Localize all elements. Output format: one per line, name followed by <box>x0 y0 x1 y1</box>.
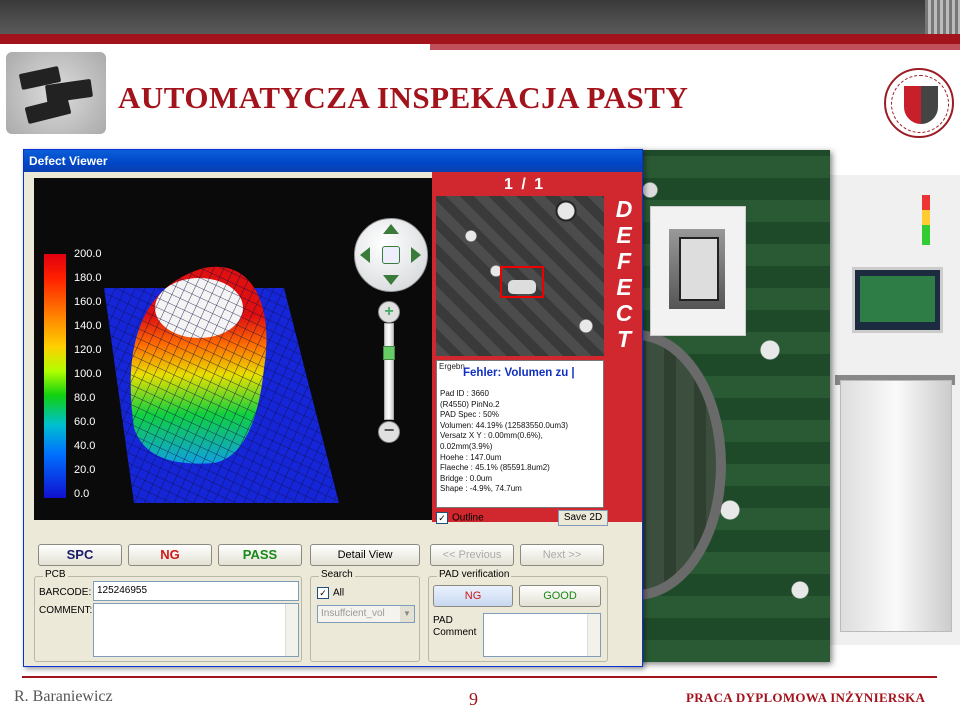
inspection-machine-photo <box>830 175 960 645</box>
search-all-check-icon[interactable]: ✓ <box>317 587 329 599</box>
scale-tick-label: 20.0 <box>74 464 96 476</box>
result-line: Bridge : 0.0um <box>440 473 493 483</box>
outline-check-icon[interactable]: ✓ <box>436 512 448 524</box>
barcode-input[interactable]: 125246955 <box>93 581 299 601</box>
result-line: Volumen: 44.19% (12583550.0um3) <box>440 420 569 430</box>
result-line: Shape : -4.9%, 74.7um <box>440 484 522 494</box>
scale-tick-label: 40.0 <box>74 440 96 452</box>
result-line: 0.02mm(3.9%) <box>440 442 493 451</box>
3d-paste-plot[interactable]: 200.0 180.0 160.0 140.0 120.0 100.0 80.0 60.0 40… <box>34 178 432 520</box>
paste-surface-mesh <box>104 266 339 503</box>
defect-letter: E <box>616 274 632 300</box>
outline-checkbox[interactable]: ✓ Outline <box>436 512 484 524</box>
thesis-label: PRACA DYPLOMOWA INŻYNIERSKA <box>686 690 926 705</box>
scale-tick-label: 0.0 <box>74 488 90 500</box>
spc-button[interactable]: SPC <box>38 544 122 566</box>
search-group: Search ✓ All Insuffcient_vol ▼ <box>310 569 420 662</box>
defect-highlight-box <box>500 266 544 298</box>
nav-down-icon[interactable] <box>383 275 399 285</box>
slide-red-band-secondary <box>430 44 960 50</box>
pad-verification-group: PAD verification NG GOOD PAD Comment <box>428 569 608 662</box>
comment-label: COMMENT: <box>39 605 93 616</box>
save-2d-button[interactable]: Save 2D <box>558 510 608 526</box>
slide-top-decoration <box>925 0 960 34</box>
pad-comment-label: PAD Comment <box>433 615 477 638</box>
zoom-out-icon[interactable]: − <box>378 421 400 443</box>
university-logo <box>884 68 954 138</box>
pad-ng-button[interactable]: NG <box>433 585 513 607</box>
scale-tick-label: 80.0 <box>74 392 96 404</box>
outline-label: Outline <box>452 512 484 524</box>
slide-red-band <box>0 34 960 44</box>
nav-center-move-icon[interactable] <box>382 246 400 264</box>
page-number: 9 <box>469 689 478 709</box>
search-filter-value: Insuffcient_vol <box>321 608 385 619</box>
slide-title: AUTOMATYCZA INSPEKACJA PASTY <box>118 80 689 115</box>
component-zoom-photo <box>650 206 746 336</box>
zoom-in-icon[interactable]: + <box>378 301 400 323</box>
camera-image[interactable] <box>436 196 604 356</box>
search-all-checkbox[interactable]: ✓ All <box>317 587 344 599</box>
zoom-slider[interactable] <box>383 323 395 420</box>
defect-counter: 1 / 1 <box>504 176 546 193</box>
result-line: Hoehe : 147.0um <box>440 452 502 462</box>
footer-divider <box>22 676 937 678</box>
search-group-label: Search <box>319 569 355 580</box>
defect-letter: T <box>616 326 632 352</box>
pass-button[interactable]: PASS <box>218 544 302 566</box>
next-button[interactable]: Next >> <box>520 544 604 566</box>
comment-textarea[interactable] <box>93 603 299 657</box>
window-titlebar[interactable]: Defect Viewer <box>24 150 642 172</box>
result-label: Ergebn <box>439 362 465 371</box>
color-scale-bar <box>44 254 66 498</box>
author-name: R. Baraniewicz <box>14 688 113 705</box>
result-line: PAD Spec : 50% <box>440 410 499 420</box>
result-line: Versatz X Y : 0.00mm(0.6%), <box>440 431 543 441</box>
pad-comment-textarea[interactable] <box>483 613 601 657</box>
defect-letter: D <box>615 196 633 222</box>
defect-banner: DEFECT <box>612 196 636 352</box>
pad-group-label: PAD verification <box>437 569 512 580</box>
view-navigation-control[interactable] <box>354 218 428 292</box>
chevron-down-icon[interactable]: ▼ <box>400 606 414 622</box>
ng-button[interactable]: NG <box>128 544 212 566</box>
pcb-group: PCB BARCODE: 125246955 COMMENT: <box>34 569 302 662</box>
search-filter-select[interactable]: Insuffcient_vol ▼ <box>317 605 415 623</box>
defect-viewer-window: Defect Viewer 200.0 180.0 160.0 140.0 120.0 1… <box>23 149 643 667</box>
result-box: Ergebn Fehler: Volumen zu | Pad ID : 366… <box>436 360 604 508</box>
result-line: Pad ID : 3660 <box>440 389 489 398</box>
nav-right-icon[interactable] <box>411 247 421 263</box>
pad-comment-scrollbar[interactable] <box>587 614 600 656</box>
scale-tick-label: 60.0 <box>74 416 96 428</box>
barcode-label: BARCODE: <box>39 587 92 598</box>
search-all-label: All <box>333 587 345 599</box>
result-line: (R4550) PinNo.2 <box>440 399 500 409</box>
nav-up-icon[interactable] <box>383 224 399 234</box>
slide-top-bar <box>0 0 960 34</box>
comment-scrollbar[interactable] <box>285 604 298 656</box>
previous-button[interactable]: << Previous <box>430 544 514 566</box>
defect-letter: F <box>616 248 632 274</box>
nav-left-icon[interactable] <box>360 247 370 263</box>
defect-letter: C <box>615 300 633 326</box>
pcb-group-label: PCB <box>43 569 68 580</box>
defect-letter: E <box>616 222 632 248</box>
window-title: Defect Viewer <box>29 154 108 168</box>
result-heading: Fehler: Volumen zu | <box>463 367 575 379</box>
defect-panel: 1 / 1 Ergebn Fehler: Volumen zu | Pad ID… <box>432 172 642 526</box>
ic-chips-image <box>6 52 106 134</box>
pad-good-button[interactable]: GOOD <box>519 585 601 607</box>
detail-view-button[interactable]: Detail View <box>310 544 420 566</box>
result-line: Flaeche : 45.1% (85591.8um2) <box>440 463 550 473</box>
